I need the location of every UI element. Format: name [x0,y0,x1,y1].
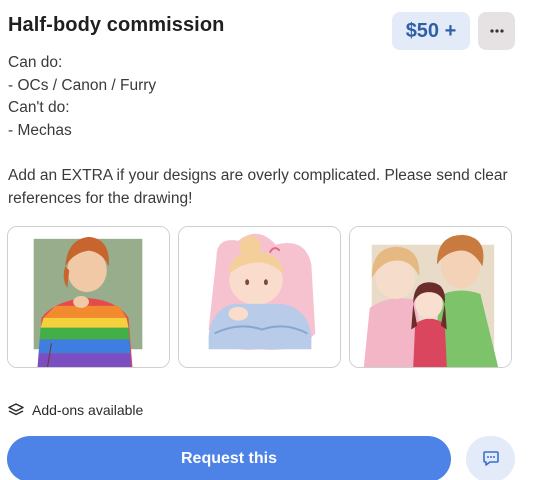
request-button[interactable]: Request this [7,436,451,480]
addons-indicator: Add-ons available [8,402,143,418]
sample-image-leaning-character[interactable] [178,226,341,368]
extra-note: Add an EXTRA if your designs are overly … [8,167,508,207]
sample-gallery [7,226,512,368]
commission-title: Half-body commission [8,14,225,36]
description-line: - OCs / Canon / Furry [8,76,157,94]
price-badge: $50 + [392,12,470,50]
chat-bubble-icon [482,451,499,466]
commission-description: Can do: - OCs / Canon / Furry Can't do: … [8,52,523,142]
sample-image-family-portrait[interactable] [349,226,512,368]
description-line: - Mechas [8,121,72,139]
addons-label: Add-ons available [32,402,144,418]
layers-icon [8,403,24,416]
more-options-button[interactable] [478,12,515,50]
description-line: Can't do: [8,99,70,116]
ellipsis-icon [489,29,504,33]
chat-button[interactable] [466,436,515,480]
sample-image-rainbow-sweater[interactable] [7,226,170,368]
sample-illustration [179,227,340,367]
sample-illustration [350,227,511,367]
description-line: Can do: [8,54,63,71]
sample-illustration [8,227,169,367]
